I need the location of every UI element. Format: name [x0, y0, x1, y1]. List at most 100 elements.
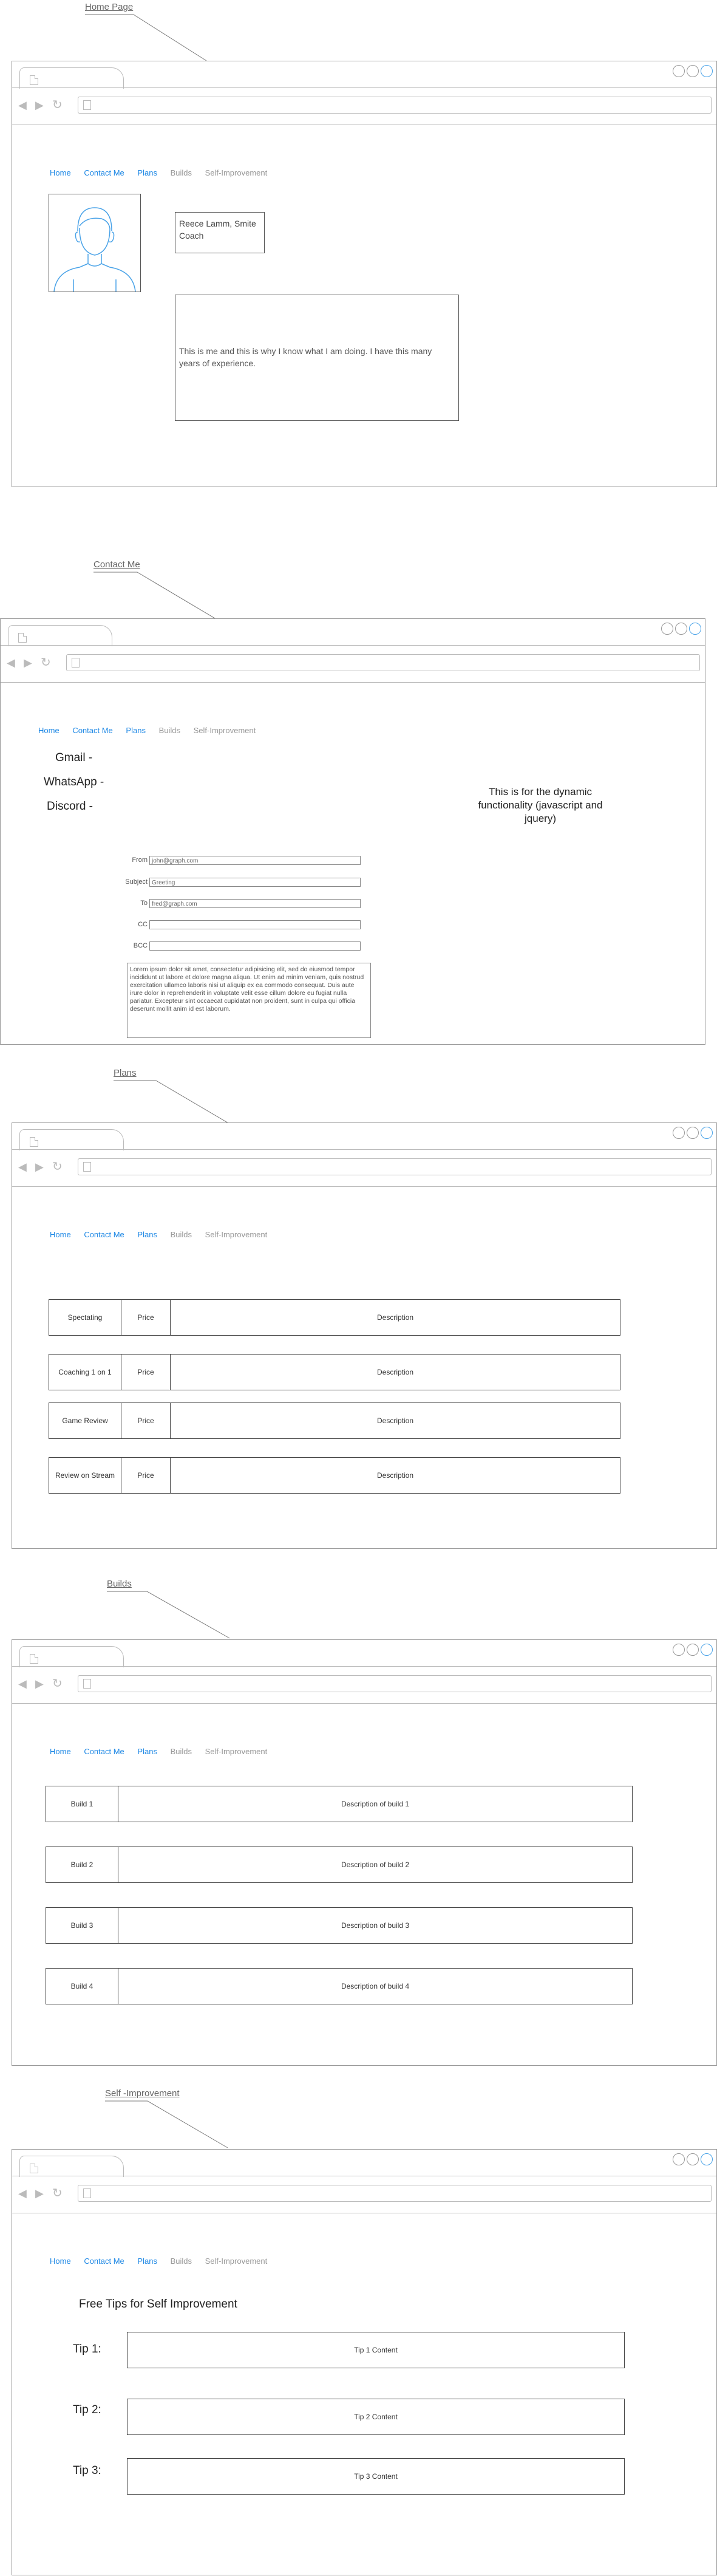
plan-row[interactable]: Game Review Price Description [49, 1402, 620, 1439]
nav-builds[interactable]: Builds [171, 1747, 192, 1756]
back-arrow-icon[interactable]: ◀ [18, 2187, 27, 2200]
browser-tab[interactable] [19, 1646, 124, 1667]
close-icon[interactable] [701, 2153, 713, 2165]
back-arrow-icon[interactable]: ◀ [18, 1161, 27, 1174]
nav-self-improvement[interactable]: Self-Improvement [205, 1230, 268, 1239]
tip-content-box: Tip 1 Content [127, 2332, 625, 2368]
nav-builds[interactable]: Builds [171, 168, 192, 177]
nav-plans[interactable]: Plans [126, 726, 146, 735]
nav-builds[interactable]: Builds [171, 2257, 192, 2266]
nav-home[interactable]: Home [50, 1747, 71, 1756]
nav-plans[interactable]: Plans [137, 168, 157, 177]
nav-home[interactable]: Home [38, 726, 59, 735]
maximize-icon[interactable] [675, 623, 687, 635]
message-body-text: Lorem ipsum dolor sit amet, consectetur … [130, 966, 364, 1013]
nav-contact[interactable]: Contact Me [72, 726, 112, 735]
build-row[interactable]: Build 4 Description of build 4 [46, 1968, 633, 2004]
minimize-icon[interactable] [673, 65, 685, 77]
maximize-icon[interactable] [687, 65, 699, 77]
address-bar[interactable] [78, 2185, 712, 2202]
contact-discord: Discord - [47, 800, 93, 813]
page-icon [30, 75, 38, 85]
bcc-field[interactable] [149, 941, 361, 951]
plan-name: Game Review [49, 1403, 121, 1438]
forward-arrow-icon[interactable]: ▶ [35, 99, 44, 112]
nav-contact[interactable]: Contact Me [84, 2257, 124, 2266]
nav-home[interactable]: Home [50, 2257, 71, 2266]
build-name: Build 3 [46, 1908, 118, 1943]
nav-self-improvement[interactable]: Self-Improvement [194, 726, 256, 735]
address-bar[interactable] [78, 97, 712, 114]
back-arrow-icon[interactable]: ◀ [18, 1678, 27, 1690]
minimize-icon[interactable] [673, 1127, 685, 1139]
home-page-callout: Home Page [85, 2, 134, 12]
nav-self-improvement[interactable]: Self-Improvement [205, 168, 268, 177]
subject-label: Subject [125, 878, 148, 886]
close-icon[interactable] [701, 1644, 713, 1656]
forward-arrow-icon[interactable]: ▶ [35, 2187, 44, 2200]
self-improvement-heading: Free Tips for Self Improvement [79, 2298, 237, 2311]
nav-builds[interactable]: Builds [159, 726, 180, 735]
reload-icon[interactable]: ↻ [52, 2185, 63, 2201]
back-arrow-icon[interactable]: ◀ [18, 99, 27, 112]
subject-field[interactable]: Greeting [149, 878, 361, 887]
reload-icon[interactable]: ↻ [41, 655, 51, 670]
minimize-icon[interactable] [673, 2153, 685, 2165]
message-body[interactable]: Lorem ipsum dolor sit amet, consectetur … [127, 963, 371, 1038]
contact-page-callout: Contact Me [93, 559, 140, 570]
build-row[interactable]: Build 2 Description of build 2 [46, 1847, 633, 1883]
page-icon [30, 2164, 38, 2173]
nav-self-improvement[interactable]: Self-Improvement [205, 2257, 268, 2266]
forward-arrow-icon[interactable]: ▶ [35, 1161, 44, 1174]
build-name: Build 1 [46, 1786, 118, 1822]
build-row[interactable]: Build 3 Description of build 3 [46, 1907, 633, 1944]
nav-self-improvement[interactable]: Self-Improvement [205, 1747, 268, 1756]
plan-row[interactable]: Spectating Price Description [49, 1299, 620, 1336]
plan-price: Price [121, 1355, 171, 1390]
address-bar[interactable] [78, 1158, 712, 1175]
nav-plans[interactable]: Plans [137, 1747, 157, 1756]
nav-builds[interactable]: Builds [171, 1230, 192, 1239]
nav-contact[interactable]: Contact Me [84, 1747, 124, 1756]
to-field[interactable]: fred@graph.com [149, 899, 361, 908]
maximize-icon[interactable] [687, 2153, 699, 2165]
minimize-icon[interactable] [661, 623, 673, 635]
browser-tab[interactable] [8, 625, 112, 646]
back-arrow-icon[interactable]: ◀ [7, 657, 15, 669]
maximize-icon[interactable] [687, 1127, 699, 1139]
nav-contact[interactable]: Contact Me [84, 1230, 124, 1239]
plan-name: Review on Stream [49, 1458, 121, 1493]
browser-tab[interactable] [19, 1129, 124, 1150]
address-bar[interactable] [66, 654, 700, 671]
close-icon[interactable] [689, 623, 701, 635]
nav-home[interactable]: Home [50, 1230, 71, 1239]
build-description: Description of build 2 [341, 1860, 410, 1869]
plan-row[interactable]: Coaching 1 on 1 Price Description [49, 1354, 620, 1390]
plan-row[interactable]: Review on Stream Price Description [49, 1457, 620, 1494]
builds-page-callout: Builds [107, 1579, 132, 1589]
tip-content: Tip 3 Content [354, 2472, 398, 2481]
forward-arrow-icon[interactable]: ▶ [35, 1678, 44, 1690]
cc-field[interactable] [149, 920, 361, 929]
reload-icon[interactable]: ↻ [52, 97, 63, 112]
maximize-icon[interactable] [687, 1644, 699, 1656]
forward-arrow-icon[interactable]: ▶ [24, 657, 32, 669]
name-card-text: Reece Lamm, Smite Coach [179, 219, 256, 241]
close-icon[interactable] [701, 65, 713, 77]
close-icon[interactable] [701, 1127, 713, 1139]
reload-icon[interactable]: ↻ [52, 1159, 63, 1174]
browser-tab[interactable] [19, 2156, 124, 2177]
nav-home[interactable]: Home [50, 168, 71, 177]
page-icon [30, 1654, 38, 1664]
browser-tab[interactable] [19, 67, 124, 89]
site-nav: Home Contact Me Plans Builds Self-Improv… [50, 1747, 278, 1756]
minimize-icon[interactable] [673, 1644, 685, 1656]
address-bar[interactable] [78, 1675, 712, 1692]
reload-icon[interactable]: ↻ [52, 1676, 63, 1691]
nav-contact[interactable]: Contact Me [84, 168, 124, 177]
from-field[interactable]: john@graph.com [149, 856, 361, 865]
nav-plans[interactable]: Plans [137, 2257, 157, 2266]
build-row[interactable]: Build 1 Description of build 1 [46, 1786, 633, 1822]
nav-plans[interactable]: Plans [137, 1230, 157, 1239]
plan-description: Description [376, 1416, 414, 1425]
